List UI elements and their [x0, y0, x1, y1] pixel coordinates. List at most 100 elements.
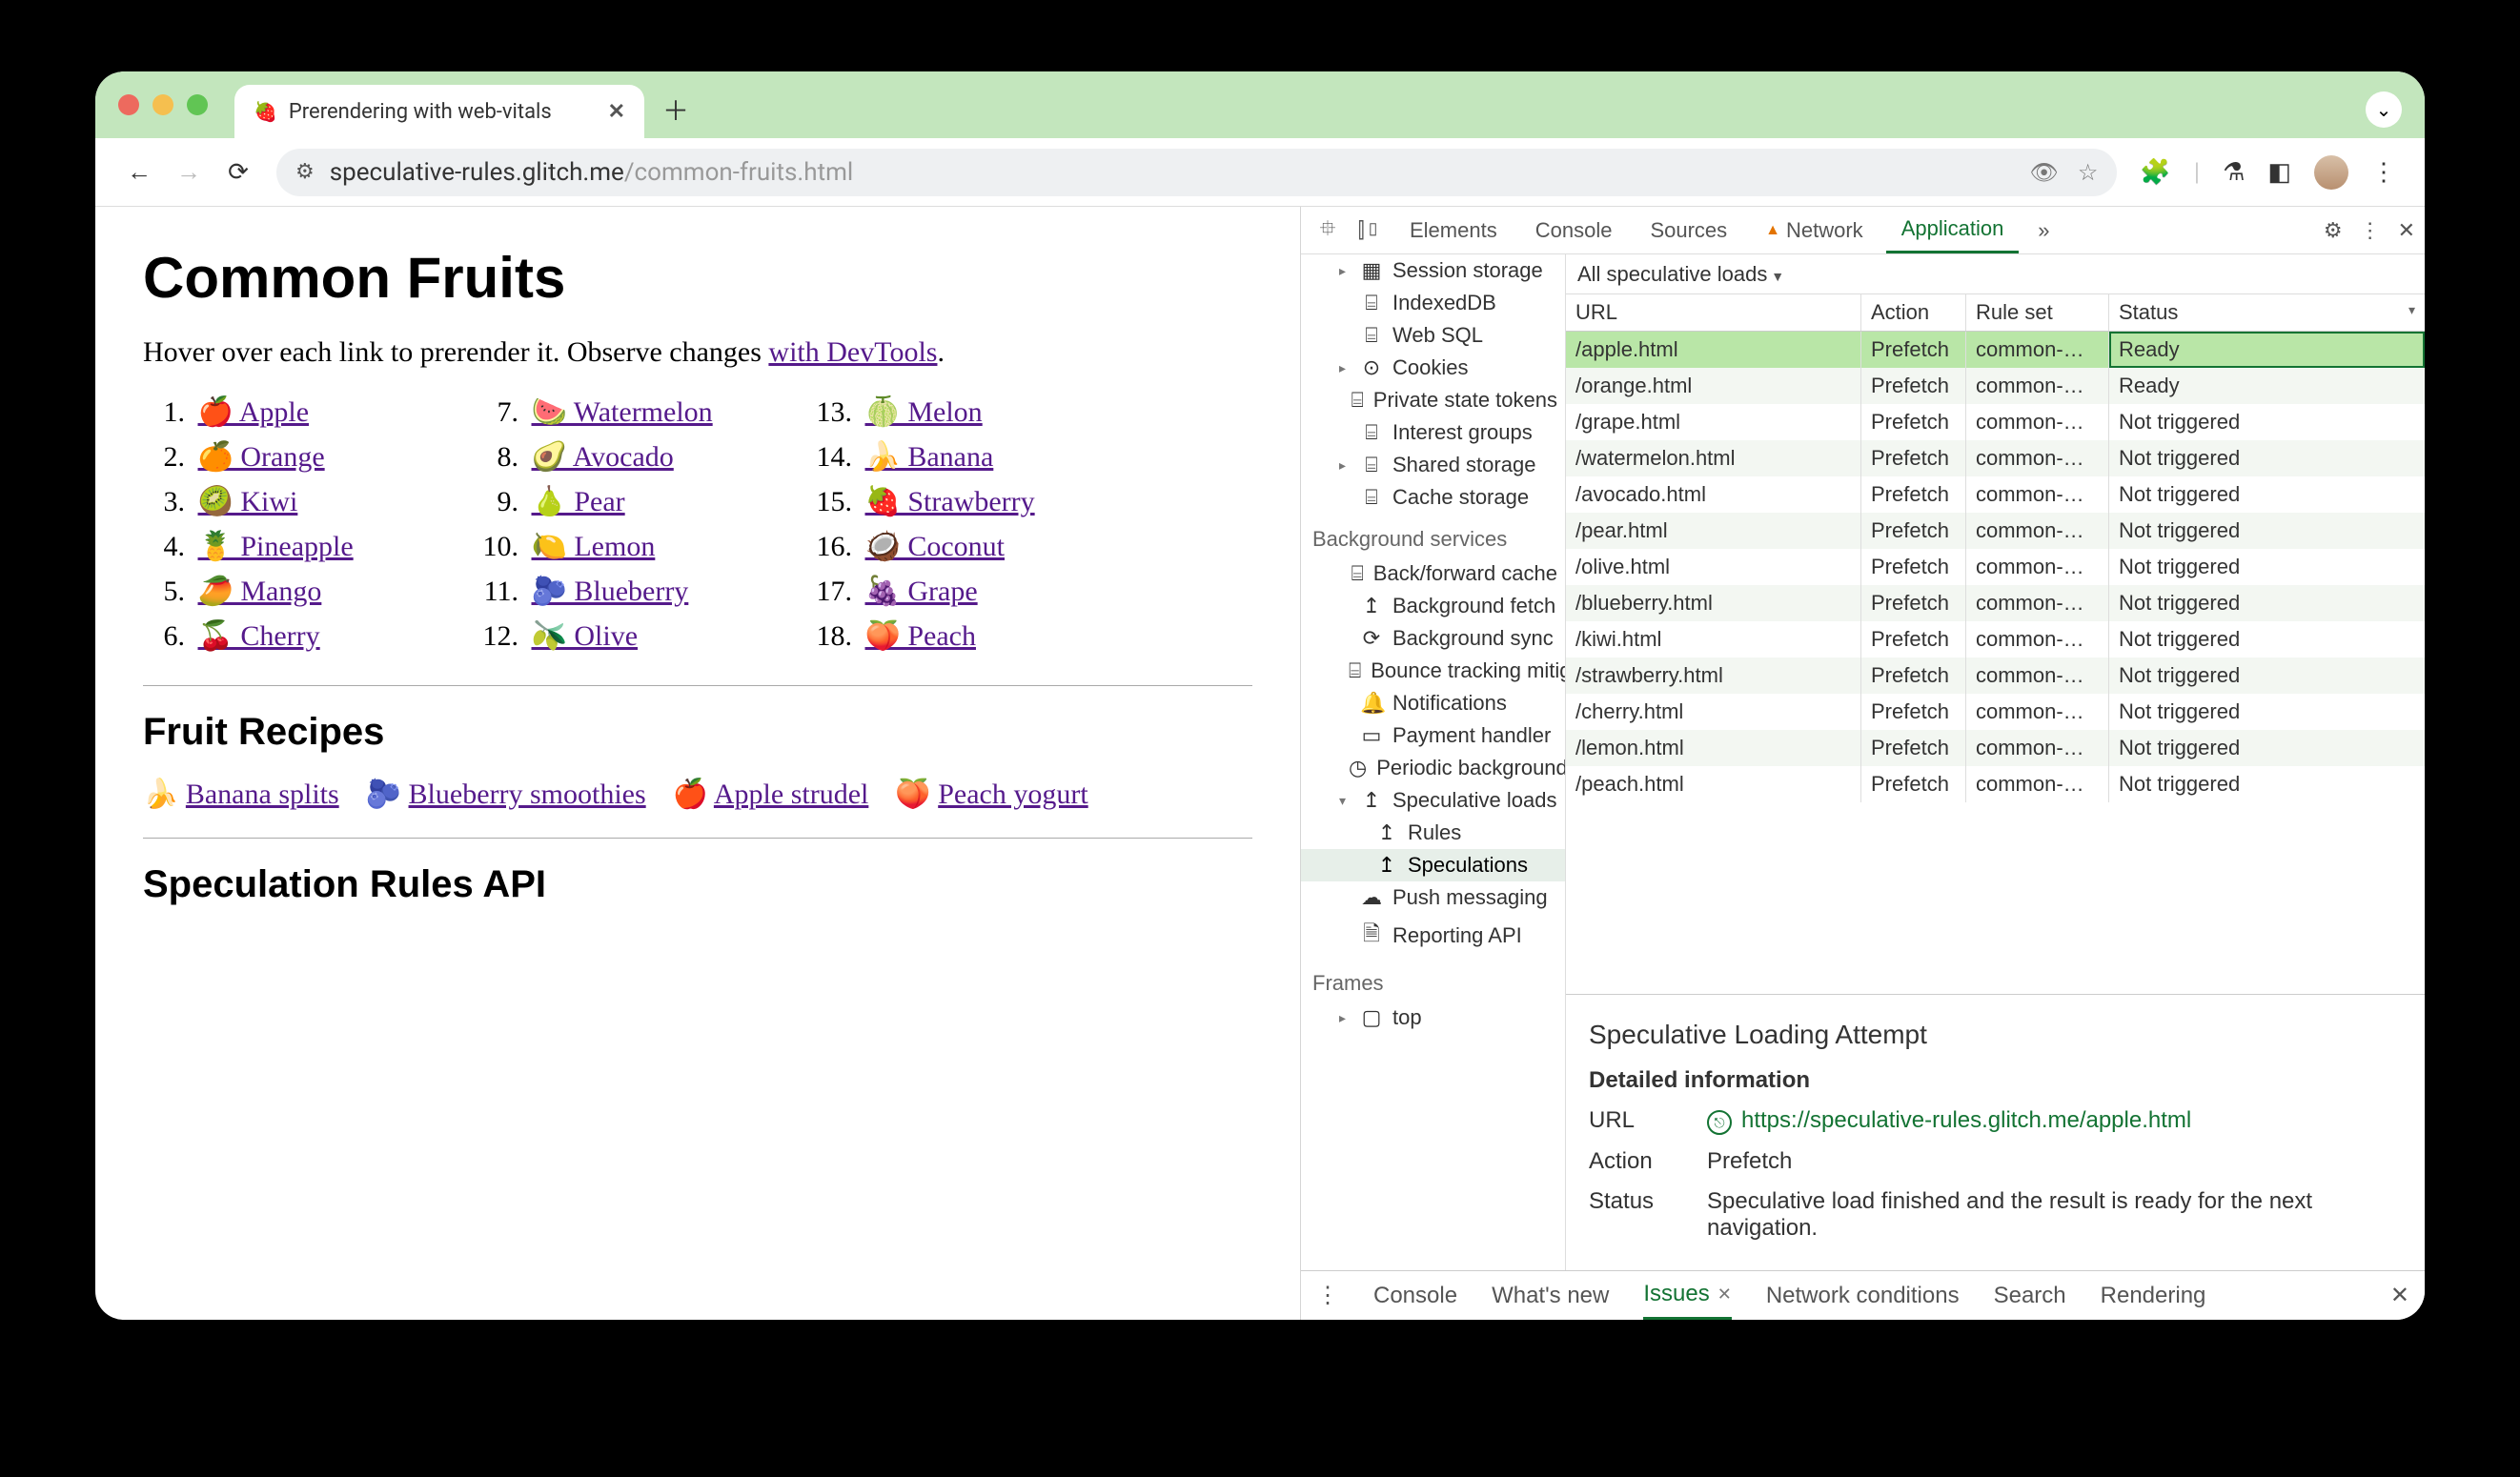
devtools-close-icon[interactable]: ✕	[2398, 218, 2415, 243]
table-row[interactable]: /grape.htmlPrefetchcommon-…Not triggered	[1566, 404, 2425, 440]
sidebar-item[interactable]: ▸▦Session storage	[1301, 254, 1565, 287]
table-row[interactable]: /kiwi.htmlPrefetchcommon-…Not triggered	[1566, 621, 2425, 658]
fruit-link[interactable]: 🍈 Melon	[865, 396, 983, 428]
browser-tab[interactable]: 🍓 Prerendering with web-vitals ✕	[234, 85, 644, 138]
chrome-menu-button[interactable]: ⋮	[2371, 158, 2396, 187]
col-status[interactable]: Status	[2109, 294, 2425, 331]
table-row[interactable]: /orange.htmlPrefetchcommon-…Ready	[1566, 368, 2425, 404]
filter-dropdown[interactable]: All speculative loads	[1577, 262, 1784, 287]
maximize-window-button[interactable]	[187, 94, 208, 115]
col-url[interactable]: URL	[1566, 294, 1861, 331]
device-toolbar-icon[interactable]: ⫿▯	[1352, 218, 1387, 243]
detail-url-value[interactable]: ⎋https://speculative-rules.glitch.me/app…	[1707, 1107, 2402, 1136]
sidebar-item[interactable]: ⌸Private state tokens	[1301, 384, 1565, 416]
fruit-link[interactable]: 🥥 Coconut	[865, 531, 1006, 562]
table-row[interactable]: /watermelon.htmlPrefetchcommon-…Not trig…	[1566, 440, 2425, 476]
sidebar-item[interactable]: 🗎Reporting API	[1301, 914, 1565, 958]
sidebar-item[interactable]: ▸⌸Shared storage	[1301, 449, 1565, 481]
hide-password-icon[interactable]: 👁︎	[2029, 159, 2058, 186]
sidebar-item[interactable]: ▸⊙Cookies	[1301, 352, 1565, 384]
fruit-link[interactable]: 🫒 Olive	[532, 620, 639, 652]
fruit-link[interactable]: 🍉 Watermelon	[532, 396, 713, 428]
fruit-link[interactable]: 🥭 Mango	[198, 576, 322, 607]
drawer-tab[interactable]: Network conditions	[1766, 1283, 1960, 1309]
recipe-link[interactable]: Apple strudel	[714, 779, 868, 810]
fruit-link[interactable]: 🍎 Apple	[198, 396, 310, 428]
tab-elements[interactable]: Elements	[1394, 207, 1513, 253]
site-settings-icon[interactable]: ⚙︎	[295, 160, 315, 184]
table-row[interactable]: /strawberry.htmlPrefetchcommon-…Not trig…	[1566, 658, 2425, 694]
reload-button[interactable]: ⟳	[217, 152, 259, 193]
drawer-tab[interactable]: Issues ✕	[1643, 1271, 1731, 1320]
labs-icon[interactable]: ⚗︎	[2223, 158, 2245, 187]
table-row[interactable]: /blueberry.htmlPrefetchcommon-…Not trigg…	[1566, 585, 2425, 621]
fruit-link[interactable]: 🍒 Cherry	[198, 620, 320, 652]
forward-button[interactable]: →	[168, 152, 210, 193]
table-row[interactable]: /avocado.htmlPrefetchcommon-…Not trigger…	[1566, 476, 2425, 513]
minimize-window-button[interactable]	[152, 94, 173, 115]
devtools-menu-icon[interactable]: ⋮	[2360, 218, 2381, 243]
tab-sources[interactable]: Sources	[1635, 207, 1742, 253]
tab-network[interactable]: Network	[1750, 207, 1879, 253]
sidebar-item[interactable]: ⌸Back/forward cache	[1301, 557, 1565, 590]
col-action[interactable]: Action	[1861, 294, 1966, 331]
sidebar-item[interactable]: ⌸Cache storage	[1301, 481, 1565, 514]
recipe-link[interactable]: Peach yogurt	[938, 779, 1087, 810]
drawer-tab[interactable]: Rendering	[2101, 1283, 2206, 1309]
sidebar-item[interactable]: ▸▢top	[1301, 1002, 1565, 1034]
sidebar-item[interactable]: ⌸Bounce tracking mitigations	[1301, 655, 1565, 687]
fruit-link[interactable]: 🍌 Banana	[865, 441, 994, 473]
bookmark-icon[interactable]: ☆	[2078, 159, 2099, 186]
sidebar-item[interactable]: ☁Push messaging	[1301, 881, 1565, 914]
table-row[interactable]: /lemon.htmlPrefetchcommon-…Not triggered	[1566, 730, 2425, 766]
sidebar-item[interactable]: ⌸Interest groups	[1301, 416, 1565, 449]
sidebar-item[interactable]: ⌸Web SQL	[1301, 319, 1565, 352]
sidebar-item[interactable]: ◷Periodic background sync	[1301, 752, 1565, 784]
recipe-link[interactable]: Banana splits	[186, 779, 339, 810]
drawer-menu-icon[interactable]: ⋮	[1316, 1282, 1339, 1309]
table-row[interactable]: /olive.htmlPrefetchcommon-…Not triggered	[1566, 549, 2425, 585]
sidebar-item[interactable]: ⌸IndexedDB	[1301, 287, 1565, 319]
close-tab-button[interactable]: ✕	[608, 100, 625, 124]
back-button[interactable]: ←	[118, 152, 160, 193]
tab-search-button[interactable]: ⌄	[2366, 91, 2402, 128]
speculation-filter[interactable]: All speculative loads	[1566, 254, 2425, 294]
drawer-tab[interactable]: What's new	[1492, 1283, 1609, 1309]
sidepanel-icon[interactable]: ◧	[2267, 158, 2291, 187]
sidebar-item[interactable]: ↥Background fetch	[1301, 590, 1565, 622]
sidebar-item[interactable]: ↥Speculations	[1301, 849, 1565, 881]
fruit-link[interactable]: 🍑 Peach	[865, 620, 976, 652]
address-bar[interactable]: ⚙︎ speculative-rules.glitch.me/common-fr…	[276, 149, 2117, 196]
devtools-link[interactable]: with DevTools	[768, 336, 937, 368]
fruit-link[interactable]: 🍓 Strawberry	[865, 486, 1035, 517]
drawer-tab[interactable]: Search	[1994, 1283, 2066, 1309]
fruit-link[interactable]: 🍋 Lemon	[532, 531, 656, 562]
table-row[interactable]: /apple.htmlPrefetchcommon-…Ready	[1566, 332, 2425, 368]
sidebar-item[interactable]: ⟳Background sync	[1301, 622, 1565, 655]
fruit-link[interactable]: 🍊 Orange	[198, 441, 325, 473]
fruit-link[interactable]: 🥑 Avocado	[532, 441, 674, 473]
drawer-tab[interactable]: Console	[1373, 1283, 1457, 1309]
fruit-link[interactable]: 🍍 Pineapple	[198, 531, 354, 562]
extensions-icon[interactable]: 🧩	[2140, 158, 2170, 187]
inspect-element-icon[interactable]: ⯐	[1311, 212, 1345, 249]
sidebar-item[interactable]: 🔔Notifications	[1301, 687, 1565, 719]
table-row[interactable]: /cherry.htmlPrefetchcommon-…Not triggere…	[1566, 694, 2425, 730]
recipe-link[interactable]: Blueberry smoothies	[409, 779, 646, 810]
close-drawer-tab-icon[interactable]: ✕	[1717, 1285, 1732, 1305]
new-tab-button[interactable]: ＋	[658, 91, 694, 128]
sidebar-item[interactable]: ▾↥Speculative loads	[1301, 784, 1565, 817]
profile-avatar[interactable]	[2314, 155, 2348, 190]
drawer-close-icon[interactable]: ✕	[2390, 1282, 2409, 1309]
sidebar-item[interactable]: ▭Payment handler	[1301, 719, 1565, 752]
fruit-link[interactable]: 🍇 Grape	[865, 576, 978, 607]
col-rule[interactable]: Rule set	[1966, 294, 2109, 331]
tab-application[interactable]: Application	[1886, 207, 2020, 253]
tab-console[interactable]: Console	[1520, 207, 1628, 253]
more-tabs-icon[interactable]: »	[2026, 218, 2061, 243]
sidebar-item[interactable]: ↥Rules	[1301, 817, 1565, 849]
table-row[interactable]: /pear.htmlPrefetchcommon-…Not triggered	[1566, 513, 2425, 549]
devtools-settings-icon[interactable]: ⚙	[2324, 218, 2343, 243]
fruit-link[interactable]: 🫐 Blueberry	[532, 576, 689, 607]
table-row[interactable]: /peach.htmlPrefetchcommon-…Not triggered	[1566, 766, 2425, 802]
